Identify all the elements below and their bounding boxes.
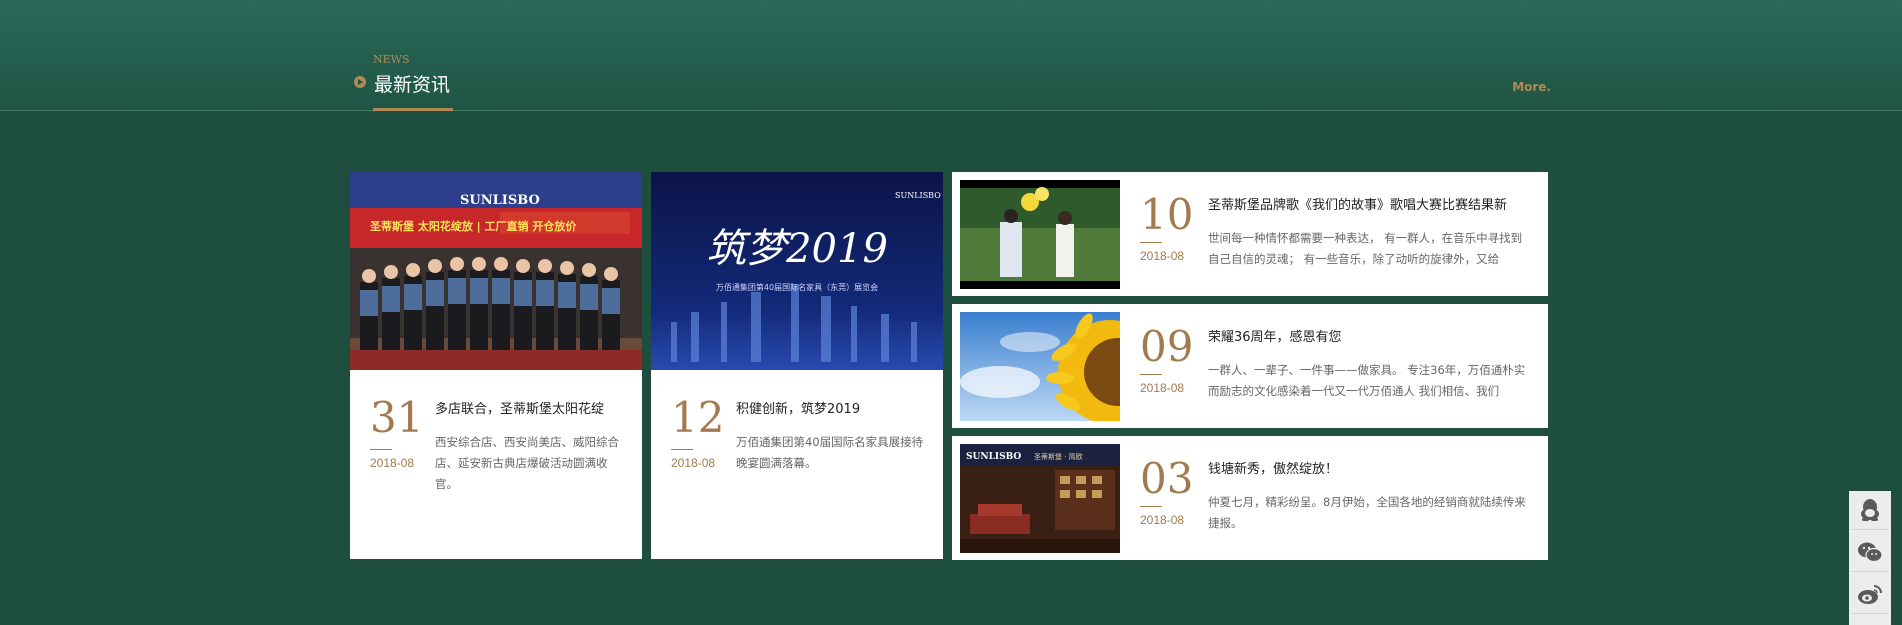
showroom-brand: SUNLISBO xyxy=(966,452,1021,462)
poster-brand: SUNLISBO xyxy=(895,191,941,200)
news-title[interactable]: 圣蒂斯堡品牌歌《我们的故事》歌唱大赛比赛结果新 xyxy=(1208,194,1538,213)
news-list-item[interactable]: 10 2018-08 圣蒂斯堡品牌歌《我们的故事》歌唱大赛比赛结果新 世间每一种… xyxy=(952,172,1548,296)
news-desc: 仲夏七月，精彩纷呈。8月伊始，全国各地的经销商就陆续传来捷报。 xyxy=(1208,495,1526,530)
news-card-image: SUNLISBO 圣蒂斯堡 太阳花绽放 | 工厂直销 开仓放价 xyxy=(350,172,642,370)
date-dash xyxy=(1140,374,1162,375)
team-photo: SUNLISBO 圣蒂斯堡 太阳花绽放 | 工厂直销 开仓放价 xyxy=(350,172,642,370)
news-month: 2018-08 xyxy=(671,456,716,470)
qq-icon xyxy=(1861,499,1879,521)
header-band xyxy=(0,0,1902,112)
news-day: 31 xyxy=(370,393,424,442)
news-list-item[interactable]: SUNLISBO 圣蒂斯堡 · 简欧 03 2018-08 钱塘新秀，傲然绽放！… xyxy=(952,436,1548,560)
play-circle-icon xyxy=(354,76,366,88)
news-title[interactable]: 多店联合，圣蒂斯堡太阳花绽 xyxy=(435,398,635,417)
news-day: 09 xyxy=(1140,322,1194,371)
banner-brand: SUNLISBO xyxy=(460,193,540,208)
news-thumbnail: SUNLISBO 圣蒂斯堡 · 简欧 xyxy=(960,444,1120,553)
news-month: 2018-08 xyxy=(1140,249,1185,263)
section-en-label: NEWS xyxy=(373,53,410,66)
date-dash xyxy=(1140,506,1162,507)
news-card-image: SUNLISBO 筑梦2019 万佰通集团第40届国际名家具（东莞）展览会 xyxy=(651,172,943,370)
poster-subline: 万佰通集团第40届国际名家具（东莞）展览会 xyxy=(716,282,878,292)
news-date: 03 2018-08 xyxy=(1140,458,1200,527)
news-title[interactable]: 钱塘新秀，傲然绽放！ xyxy=(1208,458,1538,477)
news-desc: 一群人、一辈子、一件事——做家具。 专注36年，万佰通朴实而励志的文化感染着一代… xyxy=(1208,363,1526,398)
news-date: 31 2018-08 xyxy=(370,397,430,470)
wechat-button[interactable] xyxy=(1851,533,1889,572)
news-thumbnail xyxy=(960,180,1120,289)
weibo-icon xyxy=(1858,585,1882,604)
showroom-sign: 圣蒂斯堡 · 简欧 xyxy=(1034,452,1083,461)
news-day: 03 xyxy=(1140,454,1194,503)
news-card[interactable]: SUNLISBO 圣蒂斯堡 太阳花绽放 | 工厂直销 开仓放价 31 2018-… xyxy=(350,172,642,559)
news-date: 09 2018-08 xyxy=(1140,326,1200,395)
poster-headline: 筑梦2019 xyxy=(706,226,888,272)
weibo-button[interactable] xyxy=(1851,575,1889,614)
qq-button[interactable] xyxy=(1851,491,1889,530)
news-thumbnail xyxy=(960,312,1120,421)
section-title: 最新资讯 xyxy=(374,74,451,96)
news-month: 2018-08 xyxy=(1140,381,1185,395)
header-divider xyxy=(0,110,1902,111)
news-month: 2018-08 xyxy=(370,456,415,470)
event-poster: SUNLISBO 筑梦2019 万佰通集团第40届国际名家具（东莞）展览会 xyxy=(651,172,943,370)
news-desc: 西安综合店、西安尚美店、威阳综合店、延安新古典店爆破活动圆满收官。 xyxy=(435,435,619,491)
news-desc: 万佰通集团第40届国际名家具展接待晚宴圆满落幕。 xyxy=(736,435,924,470)
news-title[interactable]: 积健创新，筑梦2019 xyxy=(736,398,936,417)
news-list-item[interactable]: 09 2018-08 荣耀36周年，感恩有您 一群人、一辈子、一件事——做家具。… xyxy=(952,304,1548,428)
date-dash xyxy=(1140,242,1162,243)
news-desc: 世间每一种情怀都需要一种表达， 有一群人，在音乐中寻找到自己自信的灵魂； 有一些… xyxy=(1208,231,1523,266)
section-title-underline xyxy=(373,108,453,111)
news-date: 10 2018-08 xyxy=(1140,194,1200,263)
news-card[interactable]: SUNLISBO 筑梦2019 万佰通集团第40届国际名家具（东莞）展览会 12… xyxy=(651,172,943,559)
more-link[interactable]: More. xyxy=(1512,80,1551,94)
news-month: 2018-08 xyxy=(1140,513,1185,527)
date-dash xyxy=(671,449,693,450)
news-title[interactable]: 荣耀36周年，感恩有您 xyxy=(1208,326,1538,345)
sunflower-photo xyxy=(960,312,1120,421)
news-day: 12 xyxy=(671,393,725,442)
banner-text: 圣蒂斯堡 太阳花绽放 | 工厂直销 开仓放价 xyxy=(369,219,577,233)
showroom-photo: SUNLISBO 圣蒂斯堡 · 简欧 xyxy=(960,444,1120,553)
wechat-icon xyxy=(1858,542,1883,563)
couple-photo xyxy=(960,180,1120,289)
news-date: 12 2018-08 xyxy=(671,397,731,470)
news-day: 10 xyxy=(1140,190,1194,239)
date-dash xyxy=(370,449,392,450)
